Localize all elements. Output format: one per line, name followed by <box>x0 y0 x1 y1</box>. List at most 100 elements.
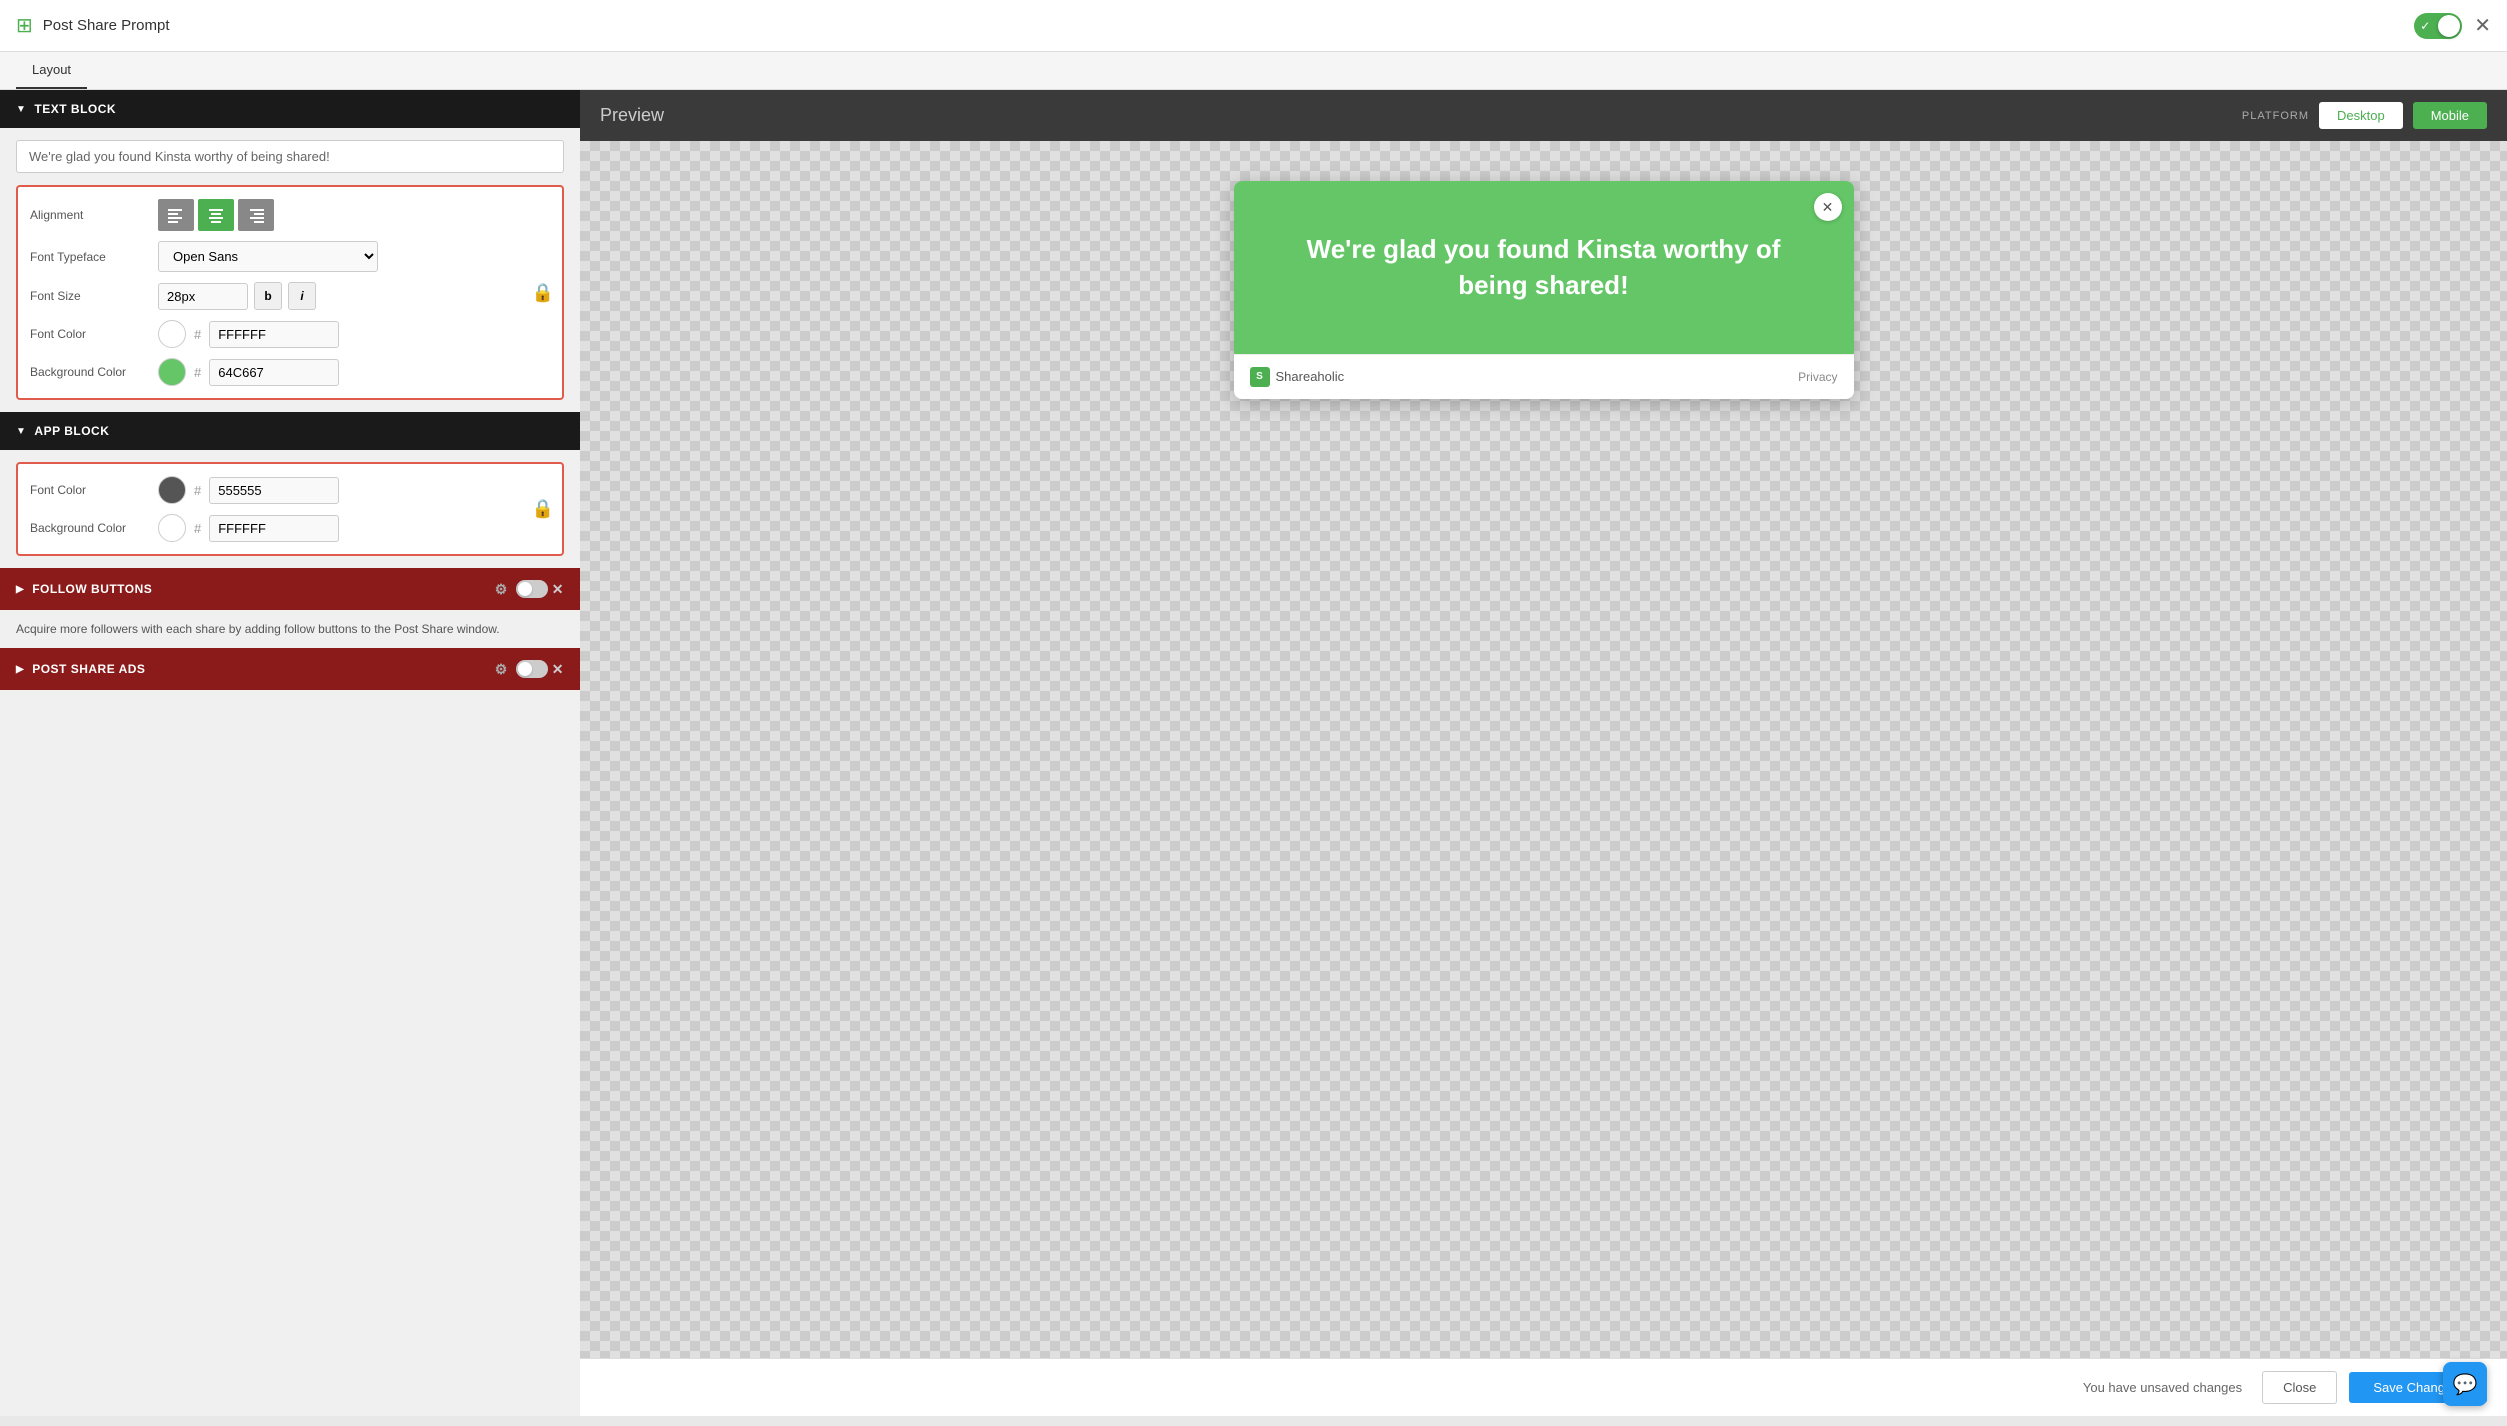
top-bar-right: ✓ ✕ <box>2414 13 2491 39</box>
alignment-buttons <box>158 199 274 231</box>
font-size-row: Font Size 28px b i <box>30 282 522 310</box>
align-center-button[interactable] <box>198 199 234 231</box>
align-center-icon <box>206 205 226 225</box>
font-color-label: Font Color <box>30 327 150 341</box>
post-share-ads-header[interactable]: ▶ POST SHARE ADS ⚙ ✕ <box>0 648 580 690</box>
card-text: We're glad you found Kinsta worthy of be… <box>1274 231 1814 304</box>
platform-label: PLATFORM <box>2242 110 2309 122</box>
unsaved-changes-text: You have unsaved changes <box>2083 1380 2242 1395</box>
text-block-chevron-icon: ▼ <box>16 104 26 115</box>
lock-icon-1: 🔒 <box>532 282 554 303</box>
post-share-ads-x-icon: ✕ <box>552 661 564 678</box>
app-background-color-swatch[interactable] <box>158 514 186 542</box>
font-typeface-label: Font Typeface <box>30 250 150 264</box>
app-background-color-label: Background Color <box>30 521 150 535</box>
hash-icon-2: # <box>194 365 201 380</box>
app-block-header[interactable]: ▼ APP BLOCK <box>0 412 580 450</box>
app-block-chevron-icon: ▼ <box>16 426 26 437</box>
lock-icon-2: 🔒 <box>532 499 554 520</box>
text-block-input[interactable] <box>16 140 564 173</box>
toggle-knob <box>2438 15 2460 37</box>
align-right-icon <box>246 205 266 225</box>
align-left-icon <box>166 205 186 225</box>
font-size-controls: 28px b i <box>158 282 316 310</box>
ads-toggle-knob <box>518 662 532 676</box>
hash-icon-3: # <box>194 483 201 498</box>
follow-buttons-x-icon: ✕ <box>552 581 564 598</box>
font-size-label: Font Size <box>30 289 150 303</box>
close-button[interactable]: ✕ <box>2474 13 2491 38</box>
app-background-color-row: Background Color # <box>30 514 522 542</box>
app-block-settings: Font Color # Background Color # 🔒 <box>16 462 564 556</box>
preview-header: Preview PLATFORM Desktop Mobile <box>580 90 2507 141</box>
font-typeface-select[interactable]: Open Sans <box>158 241 378 272</box>
hash-icon-1: # <box>194 327 201 342</box>
tab-bar: Layout <box>0 52 2507 90</box>
follow-buttons-header[interactable]: ▶ FOLLOW BUTTONS ⚙ ✕ <box>0 568 580 610</box>
left-panel: ▼ TEXT BLOCK Alignment <box>0 90 580 1416</box>
italic-button[interactable]: i <box>288 282 316 310</box>
app-icon: ⊞ <box>16 13 33 38</box>
align-right-button[interactable] <box>238 199 274 231</box>
app-block-settings-inner: Font Color # Background Color # <box>18 464 562 554</box>
shareaholic-brand-name: Shareaholic <box>1276 369 1345 384</box>
text-block-header[interactable]: ▼ TEXT BLOCK <box>0 90 580 128</box>
main-layout: ▼ TEXT BLOCK Alignment <box>0 90 2507 1416</box>
top-bar: ⊞ Post Share Prompt ✓ ✕ <box>0 0 2507 52</box>
app-background-color-input[interactable] <box>209 515 339 542</box>
shareaholic-logo-icon: S <box>1250 367 1270 387</box>
follow-buttons-controls: ⚙ ✕ <box>495 580 564 598</box>
toggle-check-icon: ✓ <box>2420 19 2430 33</box>
card-green-area: We're glad you found Kinsta worthy of be… <box>1234 181 1854 354</box>
gear-icon-follow[interactable]: ⚙ <box>495 581 508 598</box>
platform-area: PLATFORM Desktop Mobile <box>2242 102 2487 129</box>
app-font-color-input[interactable] <box>209 477 339 504</box>
app-title: Post Share Prompt <box>43 17 170 34</box>
top-bar-left: ⊞ Post Share Prompt <box>16 13 170 38</box>
close-changes-button[interactable]: Close <box>2262 1371 2337 1404</box>
post-share-ads-title: POST SHARE ADS <box>32 662 145 676</box>
app-font-color-label: Font Color <box>30 483 150 497</box>
post-share-ads-controls: ⚙ ✕ <box>495 660 564 678</box>
follow-toggle-knob <box>518 582 532 596</box>
alignment-label: Alignment <box>30 208 150 222</box>
desktop-button[interactable]: Desktop <box>2319 102 2403 129</box>
align-left-button[interactable] <box>158 199 194 231</box>
font-color-input[interactable] <box>209 321 339 348</box>
enable-toggle[interactable]: ✓ <box>2414 13 2462 39</box>
background-color-input[interactable] <box>209 359 339 386</box>
bold-button[interactable]: b <box>254 282 282 310</box>
bottom-bar: You have unsaved changes Close Save Chan… <box>580 1358 2507 1416</box>
app-block-title: APP BLOCK <box>34 424 109 438</box>
app-block-content: Font Color # Background Color # 🔒 <box>0 450 580 568</box>
follow-buttons-chevron-icon: ▶ <box>16 584 24 595</box>
font-size-select[interactable]: 28px <box>158 283 248 310</box>
font-color-swatch[interactable] <box>158 320 186 348</box>
right-panel: Preview PLATFORM Desktop Mobile We're gl… <box>580 90 2507 1416</box>
preview-title: Preview <box>600 105 664 126</box>
mobile-button[interactable]: Mobile <box>2413 102 2487 129</box>
follow-buttons-toggle[interactable] <box>516 580 548 598</box>
post-share-ads-chevron-icon: ▶ <box>16 664 24 675</box>
chat-icon: 💬 <box>2453 1372 2478 1397</box>
alignment-row: Alignment <box>30 199 522 231</box>
font-color-row: Font Color # <box>30 320 522 348</box>
post-share-ads-toggle[interactable] <box>516 660 548 678</box>
privacy-link[interactable]: Privacy <box>1798 370 1837 384</box>
share-card: We're glad you found Kinsta worthy of be… <box>1234 181 1854 399</box>
app-font-color-swatch[interactable] <box>158 476 186 504</box>
tab-layout[interactable]: Layout <box>16 52 87 89</box>
gear-icon-ads[interactable]: ⚙ <box>495 661 508 678</box>
preview-canvas: We're glad you found Kinsta worthy of be… <box>580 141 2507 1358</box>
font-typeface-row: Font Typeface Open Sans <box>30 241 522 272</box>
text-block-content: Alignment <box>0 128 580 412</box>
card-close-button[interactable]: ✕ <box>1814 193 1842 221</box>
background-color-swatch[interactable] <box>158 358 186 386</box>
card-footer: S Shareaholic Privacy <box>1234 354 1854 399</box>
hash-icon-4: # <box>194 521 201 536</box>
text-block-title: TEXT BLOCK <box>34 102 116 116</box>
follow-buttons-title: FOLLOW BUTTONS <box>32 582 152 596</box>
text-block-settings: Alignment <box>16 185 564 400</box>
follow-buttons-description: Acquire more followers with each share b… <box>0 610 580 648</box>
chat-button[interactable]: 💬 <box>2443 1362 2487 1406</box>
